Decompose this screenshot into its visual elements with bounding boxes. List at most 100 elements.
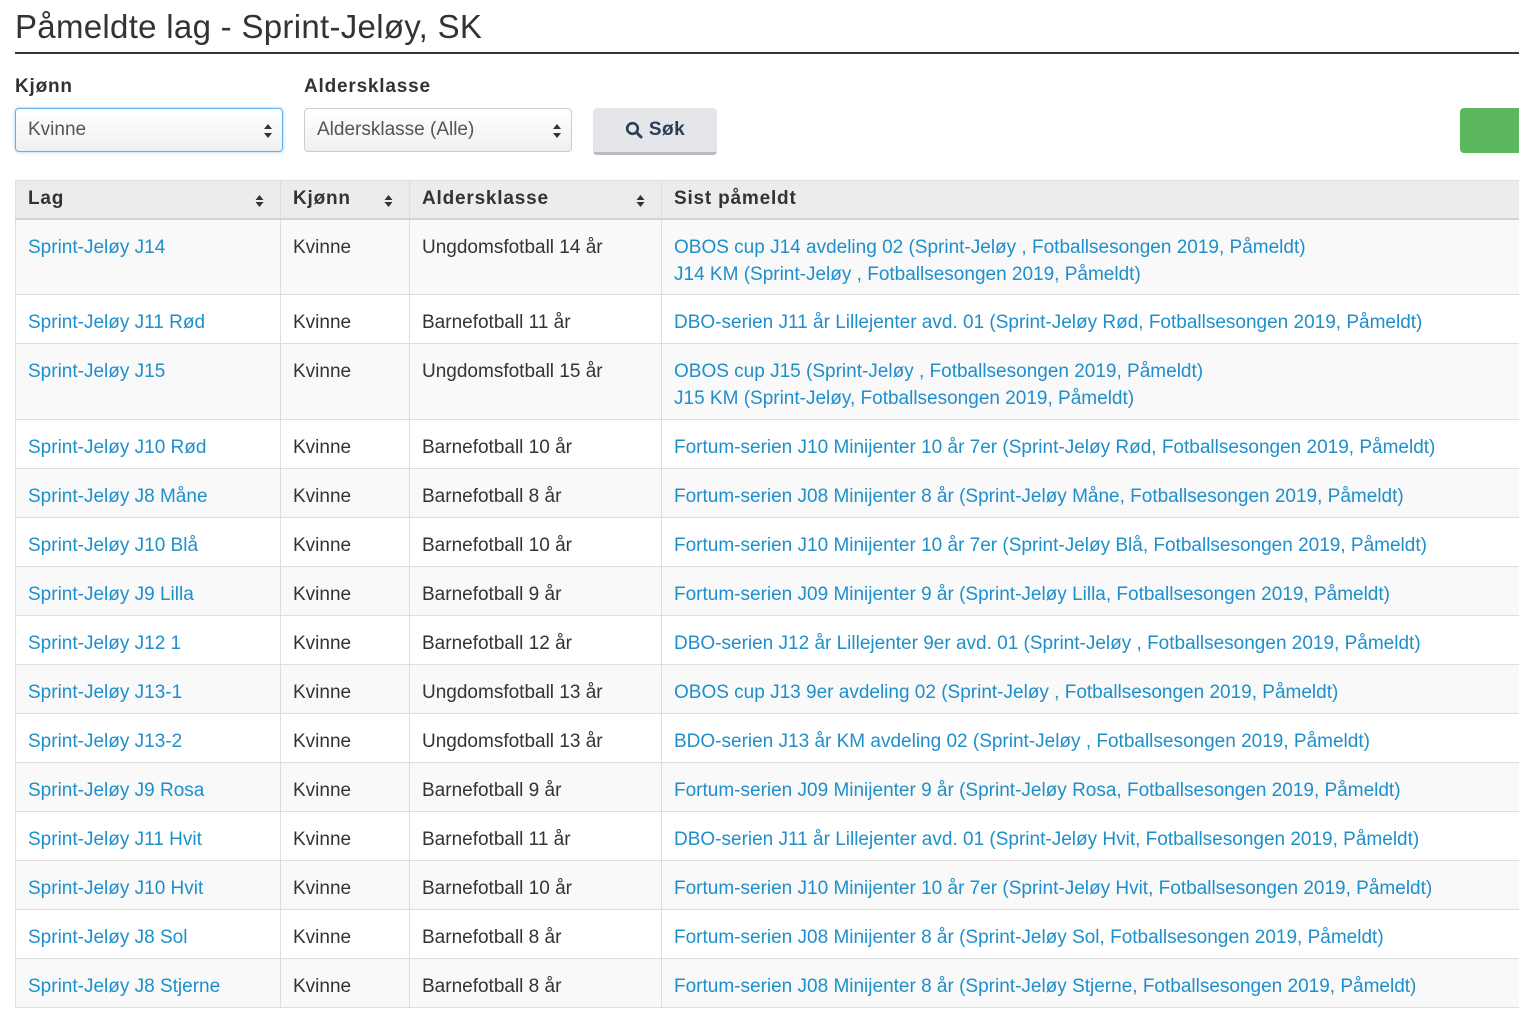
registrations-cell: DBO-serien J11 år Lillejenter avd. 01 (S… <box>661 811 1519 861</box>
team-link[interactable]: Sprint-Jeløy J12 1 <box>28 630 268 657</box>
registration-link[interactable]: Fortum-serien J08 Minijenter 8 år (Sprin… <box>674 483 1519 510</box>
title-divider <box>15 52 1519 54</box>
age-class-cell: Barnefotball 9 år <box>409 566 662 616</box>
registration-link[interactable]: OBOS cup J13 9er avdeling 02 (Sprint-Jel… <box>674 679 1519 706</box>
registration-link[interactable]: Fortum-serien J10 Minijenter 10 år 7er (… <box>674 875 1519 902</box>
team-link[interactable]: Sprint-Jeløy J8 Måne <box>28 483 268 510</box>
age-select[interactable]: Aldersklasse (Alle) <box>304 108 572 152</box>
gender-cell: Kvinne <box>280 860 410 910</box>
gender-text: Kvinne <box>293 633 352 654</box>
team-cell: Sprint-Jeløy J9 Lilla <box>15 566 281 616</box>
team-link[interactable]: Sprint-Jeløy J14 <box>28 234 268 261</box>
registrations-cell: Fortum-serien J08 Minijenter 8 år (Sprin… <box>661 909 1519 959</box>
column-header-lag[interactable]: Lag <box>15 180 281 220</box>
team-cell: Sprint-Jeløy J15 <box>15 343 281 420</box>
table-row: Sprint-Jeløy J12 1 Kvinne Barnefotball 12 … <box>15 615 1519 665</box>
age-class-cell: Barnefotball 9 år <box>409 762 662 812</box>
registrations-cell: BDO-serien J13 år KM avdeling 02 (Sprint… <box>661 713 1519 763</box>
table-row: Sprint-Jeløy J11 Hvit Kvinne Barnefotball … <box>15 811 1519 861</box>
sort-icon <box>255 195 264 207</box>
registration-link[interactable]: Fortum-serien J09 Minijenter 9 år (Sprin… <box>674 777 1519 804</box>
gender-cell: Kvinne <box>280 762 410 812</box>
gender-text: Kvinne <box>293 829 352 850</box>
registration-link[interactable]: Fortum-serien J10 Minijenter 10 år 7er (… <box>674 532 1519 559</box>
team-link[interactable]: Sprint-Jeløy J9 Lilla <box>28 581 268 608</box>
registration-link[interactable]: OBOS cup J14 avdeling 02 (Sprint-Jeløy ,… <box>674 234 1519 261</box>
gender-cell: Kvinne <box>280 419 410 469</box>
gender-text: Kvinne <box>293 584 352 605</box>
gender-select-value: Kvinne <box>28 119 87 140</box>
team-cell: Sprint-Jeløy J9 Rosa <box>15 762 281 812</box>
age-select-value: Aldersklasse (Alle) <box>317 119 475 140</box>
team-link[interactable]: Sprint-Jeløy J10 Blå <box>28 532 268 559</box>
registration-link[interactable]: Fortum-serien J09 Minijenter 9 år (Sprin… <box>674 581 1519 608</box>
gender-cell: Kvinne <box>280 909 410 959</box>
column-header-label: Lag <box>28 188 65 210</box>
team-link[interactable]: Sprint-Jeløy J11 Rød <box>28 309 268 336</box>
gender-text: Kvinne <box>293 437 352 458</box>
age-class-text: Barnefotball 10 år <box>422 878 572 899</box>
registration-link[interactable]: BDO-serien J13 år KM avdeling 02 (Sprint… <box>674 728 1519 755</box>
registrations-cell: Fortum-serien J10 Minijenter 10 år 7er (… <box>661 860 1519 910</box>
age-class-text: Barnefotball 8 år <box>422 486 562 507</box>
gender-text: Kvinne <box>293 780 352 801</box>
team-cell: Sprint-Jeløy J13-2 <box>15 713 281 763</box>
table-row: Sprint-Jeløy J8 Sol Kvinne Barnefotball 8 … <box>15 909 1519 959</box>
registrations-cell: Fortum-serien J10 Minijenter 10 år 7er (… <box>661 517 1519 567</box>
table-row: Sprint-Jeløy J10 Hvit Kvinne Barnefotball … <box>15 860 1519 910</box>
gender-text: Kvinne <box>293 927 352 948</box>
team-cell: Sprint-Jeløy J11 Rød <box>15 294 281 344</box>
team-link[interactable]: Sprint-Jeløy J15 <box>28 358 268 385</box>
gender-cell: Kvinne <box>280 468 410 518</box>
column-header-aldersklasse[interactable]: Aldersklasse <box>409 180 662 220</box>
team-cell: Sprint-Jeløy J10 Hvit <box>15 860 281 910</box>
registrations-cell: Fortum-serien J08 Minijenter 8 år (Sprin… <box>661 958 1519 1008</box>
team-link[interactable]: Sprint-Jeløy J8 Stjerne <box>28 973 268 1000</box>
registration-link[interactable]: DBO-serien J12 år Lillejenter 9er avd. 0… <box>674 630 1519 657</box>
gender-text: Kvinne <box>293 878 352 899</box>
age-class-cell: Barnefotball 11 år <box>409 811 662 861</box>
registration-link[interactable]: Fortum-serien J08 Minijenter 8 år (Sprin… <box>674 973 1519 1000</box>
age-class-text: Barnefotball 10 år <box>422 535 572 556</box>
registration-link[interactable]: Fortum-serien J08 Minijenter 8 år (Sprin… <box>674 924 1519 951</box>
registration-link[interactable]: J14 KM (Sprint-Jeløy , Fotballsesongen 2… <box>674 261 1519 288</box>
team-link[interactable]: Sprint-Jeløy J13-1 <box>28 679 268 706</box>
team-link[interactable]: Sprint-Jeløy J10 Hvit <box>28 875 268 902</box>
gender-cell: Kvinne <box>280 343 410 420</box>
gender-text: Kvinne <box>293 312 352 333</box>
team-link[interactable]: Sprint-Jeløy J9 Rosa <box>28 777 268 804</box>
column-header-label: Sist påmeldt <box>674 188 797 210</box>
green-action-button[interactable] <box>1460 108 1519 153</box>
gender-text: Kvinne <box>293 976 352 997</box>
registration-link[interactable]: OBOS cup J15 (Sprint-Jeløy , Fotballseso… <box>674 358 1519 385</box>
gender-text: Kvinne <box>293 361 352 382</box>
teams-table: Lag Kjønn Aldersklasse Sist påmeldt Spri… <box>15 180 1519 1008</box>
gender-text: Kvinne <box>293 535 352 556</box>
age-class-text: Ungdomsfotball 14 år <box>422 236 603 258</box>
registrations-cell: Fortum-serien J09 Minijenter 9 år (Sprin… <box>661 566 1519 616</box>
registrations-cell: Fortum-serien J09 Minijenter 9 år (Sprin… <box>661 762 1519 812</box>
gender-select[interactable]: Kvinne <box>15 108 283 152</box>
age-class-cell: Ungdomsfotball 15 år <box>409 343 662 420</box>
team-link[interactable]: Sprint-Jeløy J13-2 <box>28 728 268 755</box>
column-header-kjonn[interactable]: Kjønn <box>280 180 410 220</box>
gender-text: Kvinne <box>293 236 352 258</box>
age-class-text: Barnefotball 8 år <box>422 976 562 997</box>
search-button[interactable]: Søk <box>593 108 717 155</box>
team-cell: Sprint-Jeløy J8 Måne <box>15 468 281 518</box>
age-class-text: Barnefotball 9 år <box>422 584 562 605</box>
gender-cell: Kvinne <box>280 615 410 665</box>
registration-link[interactable]: DBO-serien J11 år Lillejenter avd. 01 (S… <box>674 309 1519 336</box>
registration-link[interactable]: J15 KM (Sprint-Jeløy, Fotballsesongen 20… <box>674 385 1519 412</box>
table-header-row: Lag Kjønn Aldersklasse Sist påmeldt <box>15 180 1519 220</box>
age-class-text: Ungdomsfotball 13 år <box>422 682 603 703</box>
team-link[interactable]: Sprint-Jeløy J10 Rød <box>28 434 268 461</box>
sort-icon <box>384 195 393 207</box>
team-link[interactable]: Sprint-Jeløy J11 Hvit <box>28 826 268 853</box>
registration-link[interactable]: Fortum-serien J10 Minijenter 10 år 7er (… <box>674 434 1519 461</box>
registrations-cell: DBO-serien J12 år Lillejenter 9er avd. 0… <box>661 615 1519 665</box>
team-link[interactable]: Sprint-Jeløy J8 Sol <box>28 924 268 951</box>
registrations-cell: OBOS cup J15 (Sprint-Jeløy , Fotballseso… <box>661 343 1519 420</box>
table-row: Sprint-Jeløy J15 Kvinne Ungdomsfotball 15 … <box>15 343 1519 420</box>
registration-link[interactable]: DBO-serien J11 år Lillejenter avd. 01 (S… <box>674 826 1519 853</box>
